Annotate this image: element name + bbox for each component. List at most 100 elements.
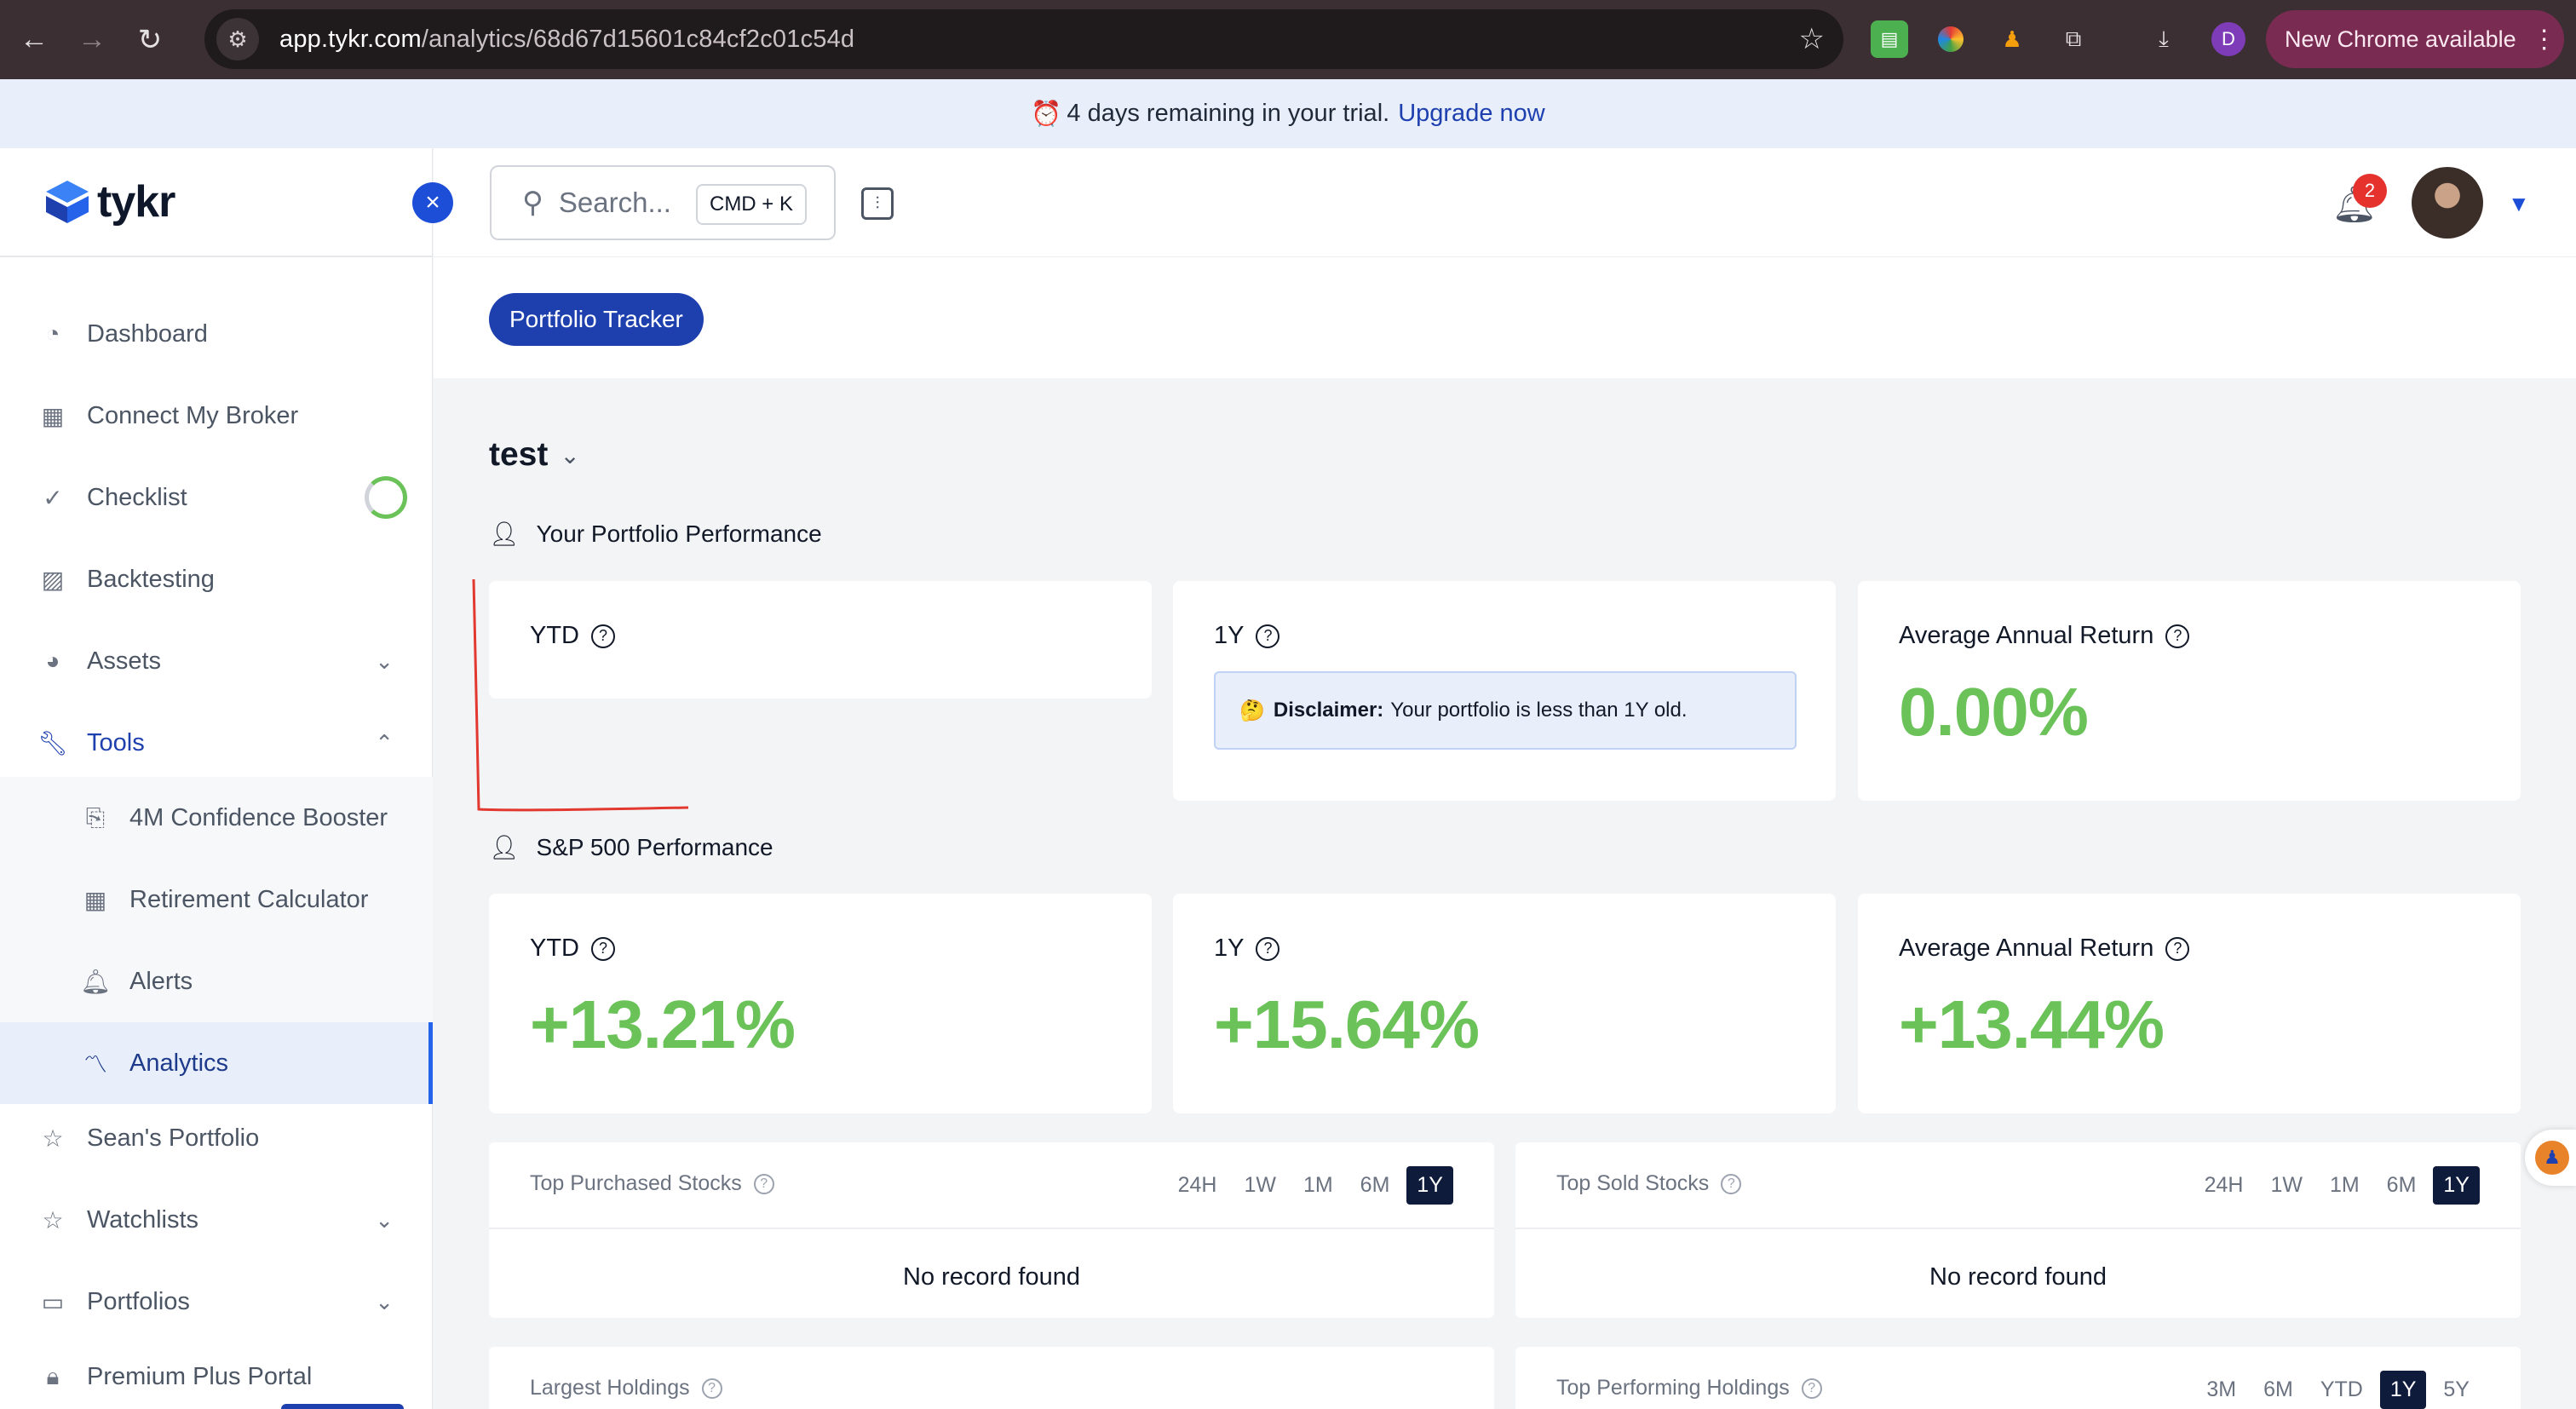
search-shortcut: CMD + K: [695, 184, 807, 225]
sidebar-item-dashboard[interactable]: ◔ Dashboard: [0, 293, 433, 375]
sidebar-item-connect-broker[interactable]: ▦ Connect My Broker: [0, 375, 433, 457]
your-performance-heading: 👤︎ Your Portfolio Performance: [489, 520, 822, 548]
range-6m[interactable]: 6M: [1350, 1166, 1400, 1205]
back-icon[interactable]: ←: [9, 14, 60, 66]
bookmark-star-icon[interactable]: ☆: [1799, 22, 1825, 56]
analytics-icon: 〽: [83, 1051, 107, 1078]
caret-down-icon[interactable]: ▼: [2508, 191, 2530, 217]
chevron-up-icon: ⌃: [375, 729, 394, 756]
extension-tykr-icon[interactable]: ♟: [1993, 20, 2031, 58]
range-1y[interactable]: 1Y: [1406, 1166, 1453, 1205]
ytd-label: YTD: [530, 935, 579, 962]
average-annual-return-label: Average Annual Return: [1899, 935, 2154, 962]
sidebar-item-watchlists[interactable]: ☆ Watchlists ⌄: [0, 1179, 433, 1261]
sidebar-item-label: Watchlists: [87, 1205, 199, 1234]
help-icon[interactable]: ?: [2165, 936, 2190, 961]
range-24h[interactable]: 24H: [2194, 1166, 2254, 1205]
sidebar-item-seans-portfolio[interactable]: ☆ Sean's Portfolio: [0, 1097, 433, 1179]
sidebar-item-label: Sean's Portfolio: [87, 1124, 260, 1152]
help-icon[interactable]: ?: [2165, 624, 2190, 648]
trial-message: 4 days remaining in your trial.: [1067, 100, 1390, 127]
extension-sheets-icon[interactable]: ▤: [1871, 20, 1908, 58]
address-bar[interactable]: ⚙ app.tykr.com/analytics/68d67d15601c84c…: [204, 9, 1843, 69]
forward-icon[interactable]: →: [66, 14, 118, 66]
sidebar-item-tools[interactable]: 🔧︎ Tools ⌃: [0, 702, 433, 784]
help-icon[interactable]: ?: [701, 1377, 722, 1399]
range-1w[interactable]: 1W: [2260, 1166, 2313, 1205]
sidebar-item-label: Retirement Calculator: [129, 885, 369, 913]
sidebar-item-assets[interactable]: ◕ Assets ⌄: [0, 620, 433, 702]
download-icon[interactable]: ⤓: [2145, 20, 2182, 58]
extension-color-icon[interactable]: [1932, 20, 1969, 58]
card-header: Top Sold Stocks? 24H 1W 1M 6M 1Y: [1515, 1142, 2521, 1229]
help-icon[interactable]: ?: [1256, 936, 1280, 961]
help-icon[interactable]: ?: [1256, 624, 1280, 648]
sidebar-item-backtesting[interactable]: ▨ Backtesting: [0, 538, 433, 620]
avatar[interactable]: [2412, 167, 2483, 239]
sidebar-item-premium-plus-portal[interactable]: 🔒︎ Premium Plus Portal: [0, 1336, 433, 1409]
close-sidebar-button[interactable]: ×: [412, 182, 453, 223]
url-text[interactable]: app.tykr.com/analytics/68d67d15601c84cf2…: [279, 26, 854, 54]
brand-name: tykr: [97, 177, 175, 227]
range-1y[interactable]: 1Y: [2379, 1371, 2427, 1409]
reload-icon[interactable]: ↻: [124, 14, 175, 66]
sp500-performance-heading: 👤︎ S&P 500 Performance: [489, 833, 773, 861]
range-ytd[interactable]: YTD: [2310, 1371, 2373, 1409]
upgrade-now-link[interactable]: Upgrade now: [1398, 100, 1545, 128]
profile-avatar[interactable]: D: [2211, 22, 2245, 56]
wrench-icon: 🔧︎: [37, 729, 68, 756]
help-icon[interactable]: ?: [1721, 1173, 1742, 1194]
sidebar-item-alerts[interactable]: 🔔︎ Alerts: [0, 940, 433, 1022]
chevron-down-icon: ⌄: [375, 647, 394, 674]
search-icon: ⚲: [522, 187, 543, 219]
sidebar-item-label: Connect My Broker: [87, 401, 299, 429]
sidebar-item-label: Backtesting: [87, 565, 215, 593]
disclaimer-box: 🤔 Disclaimer: Your portfolio is less tha…: [1214, 671, 1797, 750]
largest-holdings-title: Largest Holdings: [530, 1376, 690, 1400]
sidebar-bottom-button[interactable]: [281, 1404, 404, 1409]
sidebar-item-label: Premium Plus Portal: [87, 1362, 313, 1390]
user-icon: 👤︎: [489, 834, 520, 860]
help-icon[interactable]: ?: [591, 936, 615, 961]
range-1w[interactable]: 1W: [1233, 1166, 1286, 1205]
chevron-down-icon: ⌄: [375, 1288, 394, 1314]
average-annual-return-label: Average Annual Return: [1899, 622, 2154, 649]
range-1m[interactable]: 1M: [1293, 1166, 1343, 1205]
trial-banner: ⏰ 4 days remaining in your trial. Upgrad…: [0, 79, 2576, 148]
portfolio-selector[interactable]: test ⌄: [489, 436, 580, 474]
sidebar-item-4m-booster[interactable]: ⎘ 4M Confidence Booster: [0, 777, 433, 859]
range-1m[interactable]: 1M: [2320, 1166, 2370, 1205]
top-sold-stocks-card: Top Sold Stocks? 24H 1W 1M 6M 1Y No reco…: [1515, 1142, 2521, 1318]
tab-portfolio-tracker[interactable]: Portfolio Tracker: [489, 293, 704, 346]
extensions-puzzle-icon[interactable]: ⧉: [2055, 20, 2092, 58]
brand[interactable]: tykr: [0, 148, 432, 257]
help-icon[interactable]: ?: [591, 624, 615, 648]
help-widget-button[interactable]: ♟: [2525, 1130, 2576, 1186]
range-3m[interactable]: 3M: [2196, 1371, 2246, 1409]
search-input[interactable]: ⚲ Search... CMD + K: [490, 165, 836, 240]
sidebar-item-label: Portfolios: [87, 1287, 190, 1315]
sidebar-item-analytics[interactable]: 〽 Analytics: [0, 1022, 433, 1104]
ytd-label: YTD: [530, 622, 579, 649]
chevron-down-icon: ⌄: [375, 1206, 394, 1233]
disclaimer-text: Your portfolio is less than 1Y old.: [1390, 699, 1688, 722]
sidebar-item-checklist[interactable]: ✓ Checklist: [0, 457, 433, 538]
range-1y[interactable]: 1Y: [2433, 1166, 2480, 1205]
filter-sliders-icon[interactable]: ⫶: [861, 187, 894, 220]
range-6m[interactable]: 6M: [2377, 1166, 2427, 1205]
close-icon: ×: [425, 188, 440, 216]
sidebar-item-portfolios[interactable]: ▭ Portfolios ⌄: [0, 1261, 433, 1343]
range-24h[interactable]: 24H: [1168, 1166, 1228, 1205]
range-6m[interactable]: 6M: [2253, 1371, 2303, 1409]
help-icon[interactable]: ?: [753, 1173, 774, 1194]
top-header: ⚲ Search... CMD + K ⫶ 🔔︎ 2 ▼: [434, 148, 2576, 257]
new-chrome-button[interactable]: New Chrome available ⋮: [2266, 10, 2564, 68]
range-5y[interactable]: 5Y: [2433, 1371, 2480, 1409]
1y-value: +15.64%: [1214, 986, 1480, 1062]
help-icon[interactable]: ?: [1801, 1377, 1822, 1399]
disclaimer-label: Disclaimer:: [1273, 699, 1384, 722]
sidebar-item-retirement-calculator[interactable]: ▦ Retirement Calculator: [0, 859, 433, 940]
booster-icon: ⎘: [85, 803, 106, 831]
site-settings-icon[interactable]: ⚙: [216, 18, 259, 60]
top-sold-title: Top Sold Stocks: [1556, 1171, 1710, 1195]
